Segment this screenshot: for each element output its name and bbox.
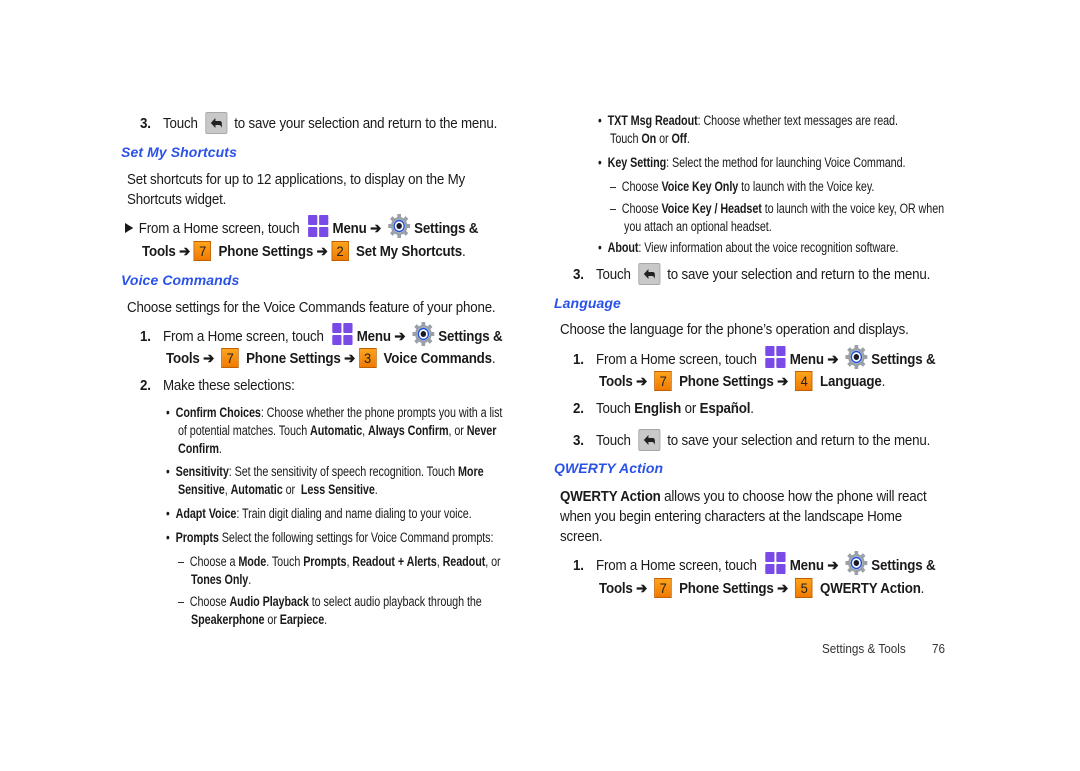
bullet-confirm-choices-l2: of potential matches. Touch Automatic, A… (178, 423, 497, 438)
number-key-icon: 7 (654, 578, 672, 598)
sub-audio-playback: – Choose Audio Playback to select audio … (178, 594, 482, 609)
sub-audio-playback-l2: Speakerphone or Earpiece. (191, 612, 328, 627)
sub-voice-key-only: – Choose Voice Key Only to launch with t… (610, 179, 875, 194)
number-key-icon: 7 (221, 348, 239, 368)
qwerty-desc-1: QWERTY Action allows you to choose how t… (560, 489, 927, 505)
bullet-prompts: • Prompts Select the following settings f… (166, 530, 494, 545)
qwerty-step1-line2: Tools ➔ 7 Phone Settings ➔ 5 QWERTY Acti… (599, 578, 925, 598)
shortcuts-path-line1: From a Home screen, touch Menu ➔ Setting… (125, 214, 478, 241)
back-arrow-icon (637, 263, 660, 285)
bullet-txt-msg-readout-l2: Touch On or Off. (610, 131, 690, 146)
menu-grid-icon (331, 322, 353, 346)
sub-voice-key-headset-l2: you attach an optional headset. (624, 219, 772, 234)
heading-set-my-shortcuts: Set My Shortcuts (121, 144, 237, 160)
number-key-icon: 5 (795, 578, 813, 598)
voice-step2: 2. Make these selections: (140, 378, 295, 394)
gear-icon (412, 322, 435, 346)
step-save-return: 3. Touch to save your selection and retur… (140, 112, 497, 135)
language-step1-line2: Tools ➔ 7 Phone Settings ➔ 4 Language. (599, 371, 886, 391)
voice-step1-line1: 1. From a Home screen, touch Menu ➔ Setti… (140, 322, 503, 349)
menu-grid-icon (764, 345, 786, 369)
bullet-confirm-choices: • Confirm Choices: Choose whether the pho… (166, 405, 503, 420)
bullet-sensitivity: • Sensitivity: Set the sensitivity of spe… (166, 464, 484, 479)
number-key-icon: 4 (795, 371, 813, 391)
sub-voice-key-headset: – Choose Voice Key / Headset to launch w… (610, 201, 945, 216)
back-arrow-icon (204, 112, 227, 134)
number-key-icon: 3 (358, 348, 377, 368)
qwerty-step1-line1: 1. From a Home screen, touch Menu ➔ Setti… (573, 551, 936, 578)
bullet-confirm-choices-l3: Confirm. (178, 441, 222, 456)
heading-language: Language (554, 295, 621, 311)
voice-desc: Choose settings for the Voice Commands f… (127, 300, 496, 316)
gear-icon (845, 345, 868, 369)
shortcuts-path-line2: Tools ➔ 7 Phone Settings ➔ 2 Set My Shortc… (142, 241, 466, 261)
manual-page: 3. Touch to save your selection and retur… (0, 0, 1080, 771)
triangle-right-icon (125, 222, 134, 233)
step-save-return-right: 3. Touch to save your selection and retur… (573, 263, 930, 286)
page-number: 76 (932, 641, 946, 656)
number-key-icon: 2 (331, 241, 349, 261)
shortcuts-desc-1: Set shortcuts for up to 12 applications,… (127, 172, 466, 188)
voice-step1-line2: Tools ➔ 7 Phone Settings ➔ 3 Voice Comman… (166, 348, 496, 368)
menu-grid-icon (307, 214, 329, 238)
heading-voice-commands: Voice Commands (121, 272, 240, 288)
number-key-icon: 7 (193, 241, 212, 261)
menu-grid-icon (764, 551, 786, 575)
back-arrow-icon (637, 429, 660, 451)
bullet-about: • About: View information about the voice… (598, 240, 899, 255)
sub-mode: – Choose a Mode. Touch Prompts, Readout … (178, 554, 501, 569)
bullet-txt-msg-readout: • TXT Msg Readout: Choose whether text me… (598, 113, 898, 128)
heading-qwerty-action: QWERTY Action (554, 460, 664, 476)
number-key-icon: 7 (654, 371, 672, 391)
language-desc: Choose the language for the phone’s oper… (560, 322, 909, 338)
shortcuts-desc-2: Shortcuts widget. (127, 192, 227, 208)
bullet-sensitivity-l2: Sensitive, Automatic or Less Sensitive. (178, 482, 378, 497)
footer-section: Settings & Tools (822, 641, 906, 656)
gear-icon (388, 214, 411, 238)
sub-mode-l2: Tones Only. (191, 572, 252, 587)
language-step2: 2. Touch English or Español. (573, 401, 754, 417)
language-step3: 3. Touch to save your selection and retur… (573, 429, 930, 452)
bullet-adapt-voice: • Adapt Voice: Train digit dialing and na… (166, 506, 472, 521)
gear-icon (845, 551, 868, 575)
bullet-key-setting: • Key Setting: Select the method for laun… (598, 155, 906, 170)
qwerty-desc-2: when you begin entering characters at th… (560, 509, 902, 525)
qwerty-desc-3: screen. (560, 529, 603, 545)
language-step1-line1: 1. From a Home screen, touch Menu ➔ Setti… (573, 345, 936, 372)
